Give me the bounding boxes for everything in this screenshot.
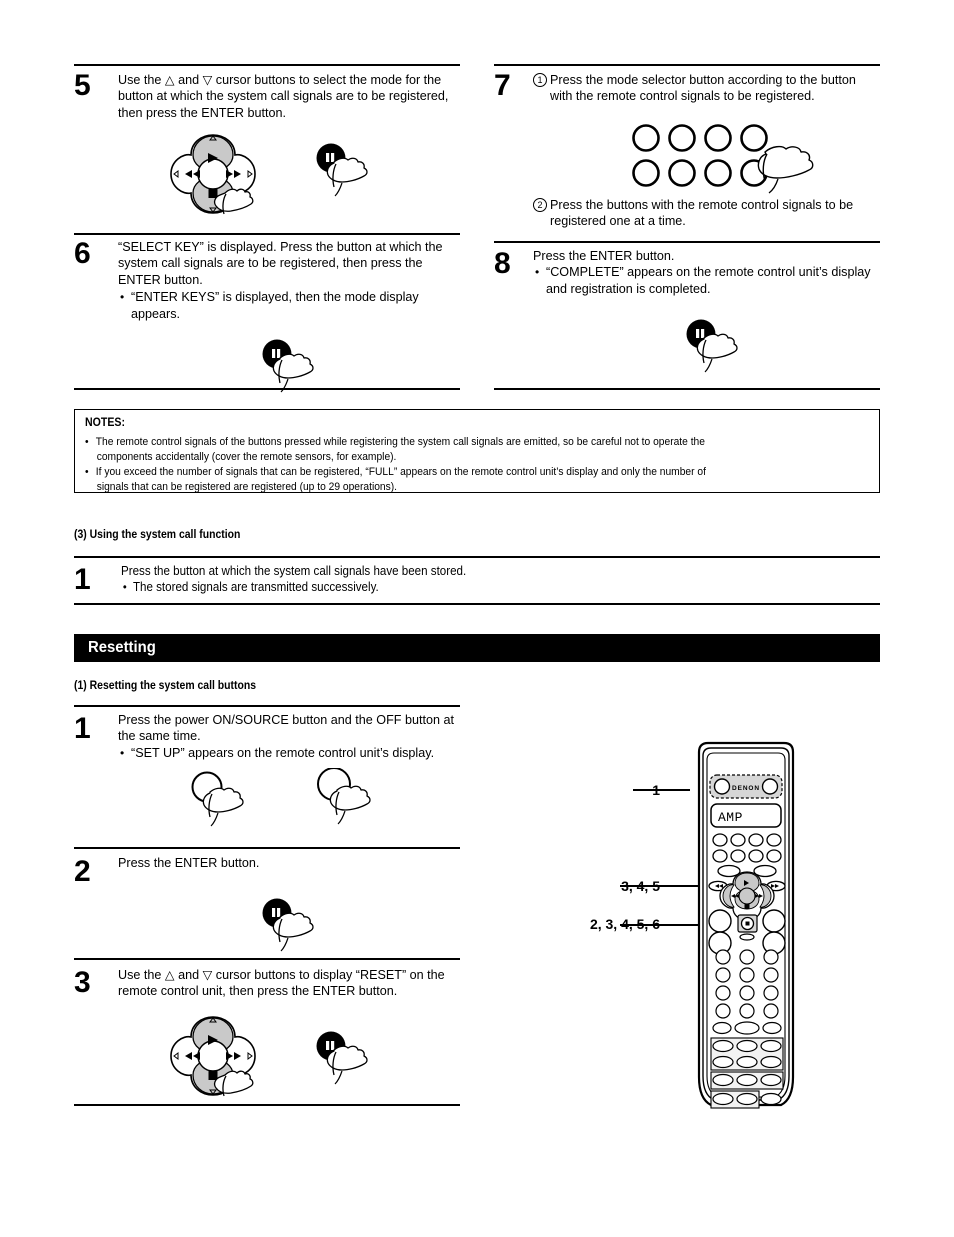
- divider-below-step8: [494, 388, 880, 390]
- step-5-number: 5: [74, 69, 91, 102]
- step-7-item-2: 2 Press the buttons with the remote cont…: [533, 197, 880, 230]
- reset-step-1-bullet-1: “SET UP” appears on the remote control u…: [118, 745, 460, 762]
- reset-step-3-line-2: remote control unit, then press the ENTE…: [118, 984, 398, 999]
- step-7-text: 1 Press the mode selector button accordi…: [533, 72, 880, 105]
- notes-item-1-line-1: The remote control signals of the button…: [95, 436, 705, 448]
- step-5-text: Use the △ and ▽ cursor buttons to select…: [118, 72, 460, 121]
- divider-below-using-step1: [74, 603, 880, 605]
- reset-step-3-number: 3: [74, 966, 91, 999]
- reset-step-3-text: Use the △ and ▽ cursor buttons to displa…: [118, 967, 460, 1000]
- reset-step-1-number: 1: [74, 712, 91, 745]
- divider-above-reset-step3: [74, 958, 460, 960]
- resetting-section-title: Resetting: [88, 639, 156, 656]
- svg-text:AMP: AMP: [718, 810, 743, 825]
- resetting-section-bar: Resetting: [74, 634, 880, 662]
- step-8-number: 8: [494, 247, 511, 280]
- power-on-source-button-icon: [188, 770, 258, 836]
- step-7-item-1-line-1: Press the mode selector button according…: [550, 73, 856, 87]
- step-7-item-1-marker: 1: [533, 73, 547, 87]
- step-6-bullet-1: “ENTER KEYS” is displayed, then the mode…: [118, 289, 460, 322]
- divider-below-step6: [74, 388, 460, 390]
- enter-button-icon-step8: [682, 318, 752, 380]
- step-7-item-2-line-2: registered one at a time.: [550, 214, 686, 229]
- notes-item-2-line-1: If you exceed the number of signals that…: [95, 466, 706, 478]
- svg-text:DENON: DENON: [732, 785, 760, 792]
- remote-power-row: DENON: [709, 774, 783, 799]
- step-5-line-3: then press the ENTER button.: [118, 105, 287, 120]
- step-7-item-2-marker: 2: [533, 198, 547, 212]
- step-8-bullet-1-line-1: “COMPLETE” appears on the remote control…: [546, 265, 871, 280]
- divider-above-step6: [74, 233, 460, 235]
- step-7-item-1-line-2: with the remote control signals to be re…: [550, 89, 815, 104]
- divider-above-step8: [494, 241, 880, 243]
- divider-above-step7: [494, 64, 880, 66]
- enter-button-icon-step6: [258, 338, 328, 400]
- step-5-line-1: Use the △ and ▽ cursor buttons to select…: [118, 73, 442, 87]
- enter-button-icon-reset-step3: [312, 1030, 382, 1092]
- notes-item-1-line-2: components accidentally (cover the remot…: [96, 451, 397, 464]
- step-6-line-3: ENTER button.: [118, 272, 203, 287]
- step-7-item-1: 1 Press the mode selector button accordi…: [533, 72, 880, 105]
- using-step-1-bullet-1: The stored signals are transmitted succe…: [121, 579, 765, 596]
- step-6-bullet-1-line-2: appears.: [131, 306, 181, 321]
- notes-item-1: The remote control signals of the button…: [85, 435, 792, 466]
- enter-button-icon: [312, 142, 382, 204]
- step-6-line-2: system call signals are to be registered…: [118, 256, 423, 271]
- reset-step-2-line-1: Press the ENTER button.: [118, 856, 260, 870]
- remote-wide-row-buttons: [712, 1021, 782, 1035]
- notes-item-2-line-2: signals that can be registered are regis…: [96, 481, 398, 494]
- cursor-pad-icon-reset-step3: [165, 1013, 261, 1099]
- step-8-bullet-1: “COMPLETE” appears on the remote control…: [533, 264, 880, 297]
- reset-step-1-line-1: Press the power ON/SOURCE button and the…: [118, 713, 454, 727]
- step-6-text: “SELECT KEY” is displayed. Press the but…: [118, 239, 460, 322]
- using-step-1-line-1: Press the button at which the system cal…: [121, 564, 467, 578]
- using-step-1-text: Press the button at which the system cal…: [121, 563, 765, 596]
- using-system-call-heading: (3) Using the system call function: [74, 528, 241, 541]
- step-6-line-1: “SELECT KEY” is displayed. Press the but…: [118, 240, 443, 254]
- using-step-1-number: 1: [74, 563, 91, 596]
- reset-step-2-number: 2: [74, 855, 91, 888]
- reset-step-1-text: Press the power ON/SOURCE button and the…: [118, 712, 460, 762]
- notes-item-2: If you exceed the number of signals that…: [85, 465, 792, 496]
- divider-above-reset-step2: [74, 847, 460, 849]
- step-8-line-1: Press the ENTER button.: [533, 249, 675, 263]
- reset-step-3-line-1: Use the △ and ▽ cursor buttons to displa…: [118, 968, 445, 982]
- remote-control-illustration: DENON AMP: [598, 735, 898, 1135]
- step-6-bullet-1-line-1: “ENTER KEYS” is displayed, then the mode…: [131, 290, 419, 305]
- divider-above-step5: [74, 64, 460, 66]
- divider-above-reset-step1: [74, 705, 460, 707]
- reset-step-1-bullet-1-text: “SET UP” appears on the remote control u…: [131, 745, 435, 760]
- step-8-text: Press the ENTER button. “COMPLETE” appea…: [533, 248, 880, 297]
- notes-title: NOTES:: [85, 417, 125, 429]
- reset-step-2-text: Press the ENTER button.: [118, 855, 460, 871]
- step-5-line-2: button at which the system call signals …: [118, 89, 449, 104]
- remote-lower-button-panel: [710, 1037, 784, 1109]
- mode-selector-buttons-icon: [630, 122, 830, 202]
- remote-display: AMP: [710, 803, 782, 828]
- reset-step-1-line-2: the same time.: [118, 729, 201, 744]
- power-off-button-icon: [313, 768, 383, 834]
- using-step-1-bullet-1-text: The stored signals are transmitted succe…: [132, 580, 379, 595]
- manual-page: 5 Use the △ and ▽ cursor buttons to sele…: [0, 0, 954, 1237]
- notes-box: NOTES: The remote control signals of the…: [74, 409, 880, 493]
- step-6-number: 6: [74, 237, 91, 270]
- step-7-number: 7: [494, 69, 511, 102]
- step-7-item-2-line-1: Press the buttons with the remote contro…: [550, 198, 854, 212]
- enter-button-icon-reset-step2: [258, 897, 328, 959]
- remote-enter-button: [737, 914, 758, 941]
- step-8-bullet-1-line-2: and registration is completed.: [546, 281, 711, 296]
- divider-above-using-step1: [74, 556, 880, 558]
- divider-bottom: [74, 1104, 460, 1106]
- resetting-subheading: (1) Resetting the system call buttons: [74, 679, 257, 692]
- cursor-pad-icon: [165, 131, 261, 217]
